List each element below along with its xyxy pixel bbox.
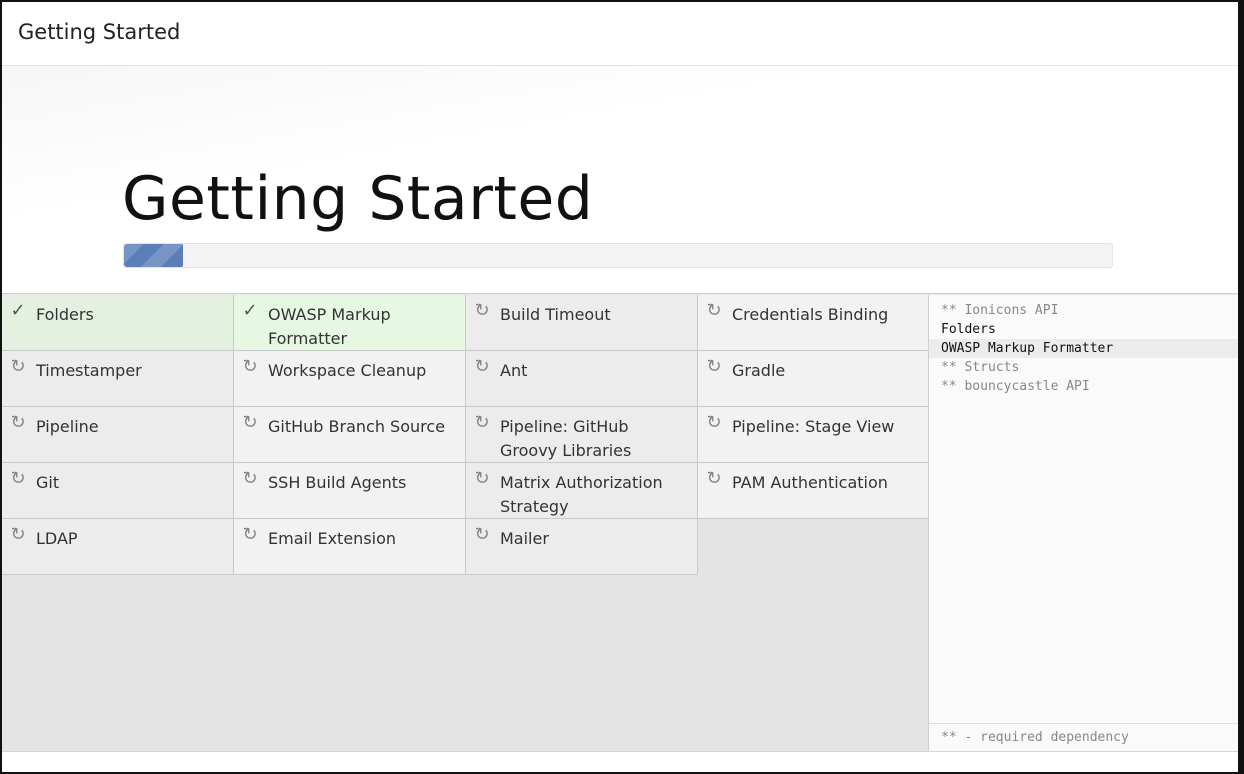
refresh-icon: ↻ <box>474 468 490 489</box>
plugin-label: Credentials Binding <box>732 305 889 324</box>
refresh-icon: ↻ <box>474 524 490 545</box>
plugin-item: ↻ Credentials Binding <box>698 295 930 351</box>
install-content: ✓ Folders ✓ OWASP Markup Formatter ↻ Build Ti… <box>2 295 1238 751</box>
hero-panel: Getting Started <box>2 66 1238 294</box>
refresh-icon: ↻ <box>706 300 722 321</box>
log-lines: ** Ionicons API Folders OWASP Markup Forma… <box>929 301 1238 396</box>
plugin-label: Timestamper <box>36 361 142 380</box>
plugin-item: ↻ Mailer <box>466 519 698 575</box>
refresh-icon: ↻ <box>706 412 722 433</box>
log-footnote: ** - required dependency <box>929 723 1238 751</box>
plugin-item: ↻ SSH Build Agents <box>234 463 466 519</box>
plugin-item: ↻ Pipeline: Stage View <box>698 407 930 463</box>
progress-fill <box>124 244 184 267</box>
plugin-label: LDAP <box>36 529 78 548</box>
plugin-item: ↻ Timestamper <box>2 351 234 407</box>
plugin-label: SSH Build Agents <box>268 473 407 492</box>
plugin-item: ✓ Folders <box>2 295 234 351</box>
log-line: Folders <box>941 322 996 337</box>
plugin-item: ↻ Pipeline <box>2 407 234 463</box>
plugin-item: ↻ Git <box>2 463 234 519</box>
refresh-icon: ↻ <box>10 524 26 545</box>
plugin-item: ↻ Email Extension <box>234 519 466 575</box>
plugin-label: Ant <box>500 361 528 380</box>
plugin-label: Git <box>36 473 60 492</box>
top-header: Getting Started <box>2 2 1238 66</box>
plugin-label: Build Timeout <box>500 305 611 324</box>
install-log[interactable]: ** Ionicons API Folders OWASP Markup Forma… <box>928 295 1238 751</box>
plugin-label: Pipeline <box>36 417 99 436</box>
plugin-label: OWASP Markup Formatter <box>268 305 391 348</box>
refresh-icon: ↻ <box>242 524 258 545</box>
plugin-item: ↻ Build Timeout <box>466 295 698 351</box>
plugin-label: Mailer <box>500 529 549 548</box>
refresh-icon: ↻ <box>10 356 26 377</box>
plugin-item: ↻ Workspace Cleanup <box>234 351 466 407</box>
plugin-label: Pipeline: GitHub Groovy Libraries <box>500 417 632 460</box>
plugin-item: ↻ Gradle <box>698 351 930 407</box>
plugin-label: Workspace Cleanup <box>268 361 427 380</box>
plugin-item: ✓ OWASP Markup Formatter <box>234 295 466 351</box>
refresh-icon: ↻ <box>706 356 722 377</box>
plugin-item: ↻ PAM Authentication <box>698 463 930 519</box>
refresh-icon: ↻ <box>10 412 26 433</box>
page-title: Getting Started <box>122 164 594 234</box>
plugin-label: Folders <box>36 305 94 324</box>
plugin-item: ↻ Ant <box>466 351 698 407</box>
bottom-footer <box>2 751 1238 772</box>
log-line: ** bouncycastle API <box>941 379 1090 394</box>
plugin-item: ↻ Pipeline: GitHub Groovy Libraries <box>466 407 698 463</box>
plugin-label: PAM Authentication <box>732 473 888 492</box>
refresh-icon: ↻ <box>10 468 26 489</box>
refresh-icon: ↻ <box>242 356 258 377</box>
refresh-icon: ↻ <box>242 468 258 489</box>
plugin-label: GitHub Branch Source <box>268 417 446 436</box>
log-line: OWASP Markup Formatter <box>929 339 1238 358</box>
log-line: ** Ionicons API <box>941 303 1059 318</box>
check-icon: ✓ <box>242 300 258 321</box>
check-icon: ✓ <box>10 300 26 321</box>
refresh-icon: ↻ <box>474 356 490 377</box>
refresh-icon: ↻ <box>242 412 258 433</box>
plugin-label: Gradle <box>732 361 786 380</box>
plugin-item: ↻ GitHub Branch Source <box>234 407 466 463</box>
log-line: ** Structs <box>941 360 1020 375</box>
refresh-icon: ↻ <box>474 300 490 321</box>
refresh-icon: ↻ <box>706 468 722 489</box>
refresh-icon: ↻ <box>474 412 490 433</box>
plugin-label: Email Extension <box>268 529 397 548</box>
install-progress-bar <box>123 243 1113 268</box>
plugin-item: ↻ Matrix Authorization Strategy <box>466 463 698 519</box>
plugin-label: Matrix Authorization Strategy <box>500 473 663 516</box>
plugin-item: ↻ LDAP <box>2 519 234 575</box>
plugin-label: Pipeline: Stage View <box>732 417 895 436</box>
header-title: Getting Started <box>18 20 181 44</box>
